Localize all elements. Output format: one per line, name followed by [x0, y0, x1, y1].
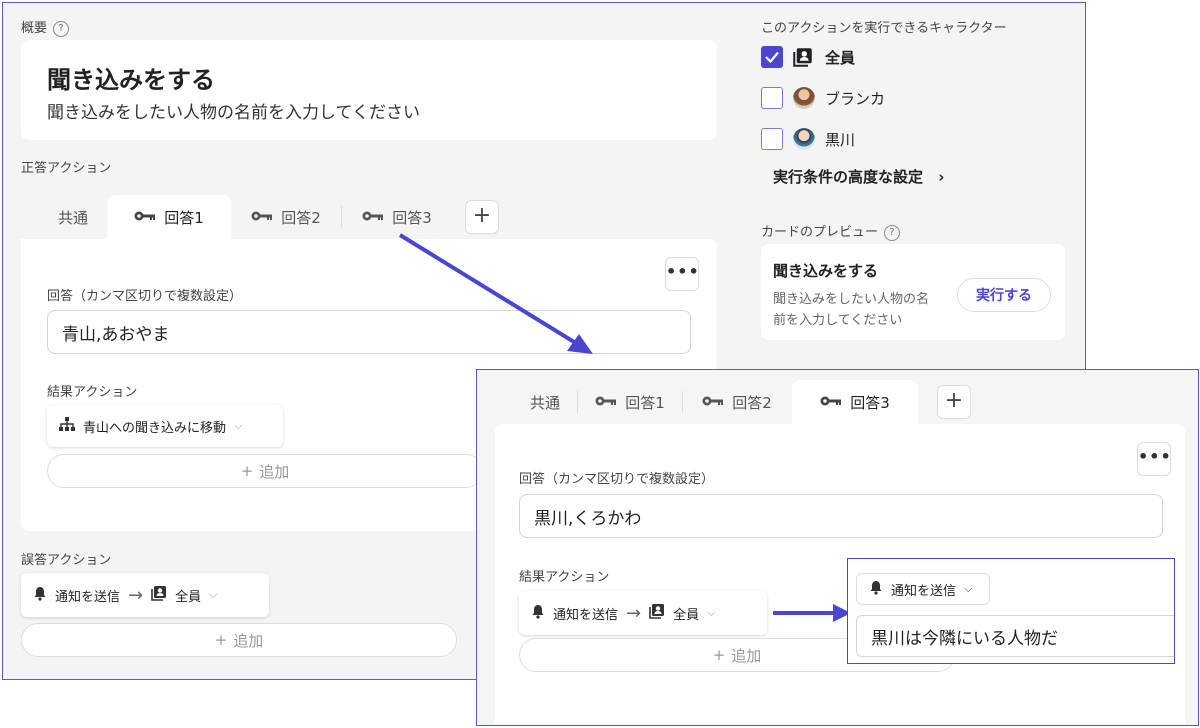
tab-common[interactable]: 共通: [513, 380, 577, 424]
preview-title: 聞き込みをする: [773, 262, 879, 280]
wrong-actions-label: 誤答アクション: [21, 553, 112, 568]
answer-field-label: 回答（カンマ区切りで複数設定）: [519, 472, 715, 487]
tab-divider: [341, 206, 342, 228]
add-result-action-button[interactable]: + 追加: [47, 454, 483, 488]
action-detail-box: 通知を送信 ⌵ 黒川は今隣にいる人物だ: [847, 558, 1175, 664]
help-icon[interactable]: ?: [884, 224, 901, 241]
add-tab-button[interactable]: +: [937, 385, 971, 419]
checkbox-character-1[interactable]: [761, 87, 783, 109]
overview-label: 概要?: [21, 17, 70, 37]
tab-divider: [577, 391, 578, 413]
result-action-label: 結果アクション: [47, 385, 138, 400]
key-icon: [595, 393, 617, 411]
bell-icon: [531, 604, 545, 623]
overview-subtitle: 聞き込みをしたい人物の名前を入力してください: [47, 103, 420, 123]
zoomed-answer-3-panel: 共通 回答1 回答2 回答3 + ••• 回答（カンマ区切りで複数設定） 黒川,…: [476, 369, 1199, 726]
more-options-button[interactable]: •••: [665, 257, 699, 291]
tab-answer-3[interactable]: 回答3: [792, 380, 918, 424]
plus-icon: +: [240, 462, 254, 480]
callout-arrow: [773, 604, 851, 622]
arrow-right-icon: →: [626, 602, 642, 624]
plus-icon: +: [214, 631, 228, 649]
correct-actions-label: 正答アクション: [21, 161, 112, 176]
bell-icon: [869, 580, 883, 599]
tab-divider: [682, 391, 683, 413]
add-wrong-action-button[interactable]: + 追加: [21, 623, 457, 657]
tab-answer-1[interactable]: 回答1: [107, 195, 231, 239]
answer-card: ••• 回答（カンマ区切りで複数設定） 黒川,くろかわ 結果アクション 通知を送…: [495, 424, 1185, 724]
checkbox-character-2[interactable]: [761, 128, 783, 150]
advanced-settings-link[interactable]: 実行条件の高度な設定 ›: [773, 166, 944, 187]
result-action-dropdown[interactable]: 通知を送信 → 全員 ⌵: [519, 591, 767, 635]
answer-field-label: 回答（カンマ区切りで複数設定）: [47, 289, 243, 304]
tab-common[interactable]: 共通: [39, 195, 107, 239]
character-name-1: ブランカ: [825, 90, 886, 108]
arrow-right-icon: →: [128, 584, 144, 606]
avatar: [793, 87, 815, 109]
check-icon: [765, 51, 779, 64]
preview-text-1: 聞き込みをしたい人物の名: [773, 292, 930, 307]
help-icon[interactable]: ?: [53, 20, 70, 37]
chevron-down-icon: ⌵: [964, 582, 973, 595]
contacts-icon: [793, 47, 813, 71]
callout-arrow: [398, 233, 593, 354]
chevron-down-icon: ⌵: [209, 588, 218, 601]
characters-label: このアクションを実行できるキャラクター: [761, 21, 1007, 36]
result-action-label: 結果アクション: [519, 570, 610, 585]
key-icon: [134, 208, 156, 226]
preview-card: 聞き込みをする 聞き込みをしたい人物の名 前を入力してください 実行する: [761, 244, 1065, 340]
tab-answer-2[interactable]: 回答2: [684, 380, 790, 424]
preview-label: カードのプレビュー?: [761, 221, 901, 241]
overview-card[interactable]: 聞き込みをする 聞き込みをしたい人物の名前を入力してください: [21, 40, 717, 140]
tab-answer-2[interactable]: 回答2: [231, 195, 341, 239]
notification-message-input[interactable]: 黒川は今隣にいる人物だ: [856, 615, 1174, 657]
answer-input[interactable]: 黒川,くろかわ: [519, 494, 1163, 538]
key-icon: [820, 393, 842, 411]
key-icon: [251, 208, 273, 226]
chevron-down-icon: ⌵: [707, 606, 716, 619]
wrong-action-dropdown[interactable]: 通知を送信 → 全員 ⌵: [21, 573, 269, 617]
checkbox-all[interactable]: [761, 46, 783, 68]
tab-answer-1[interactable]: 回答1: [579, 380, 681, 424]
action-type-dropdown[interactable]: 通知を送信 ⌵: [856, 573, 990, 605]
contacts-icon: [649, 603, 665, 623]
chevron-right-icon: ›: [938, 168, 945, 186]
preview-text-2: 前を入力してください: [773, 313, 903, 328]
bell-icon: [33, 586, 47, 605]
sitemap-icon: [59, 417, 75, 435]
character-name-2: 黒川: [825, 131, 856, 149]
contacts-icon: [151, 585, 167, 605]
overview-title: 聞き込みをする: [47, 66, 215, 94]
result-action-dropdown[interactable]: 青山への聞き込みに移動 ⌵: [47, 405, 283, 447]
key-icon: [702, 393, 724, 411]
add-tab-button[interactable]: +: [465, 200, 499, 234]
run-button[interactable]: 実行する: [957, 278, 1051, 312]
character-name-all: 全員: [825, 49, 856, 67]
avatar: [793, 128, 815, 150]
more-options-button[interactable]: •••: [1137, 442, 1171, 476]
plus-icon: +: [712, 646, 726, 664]
chevron-down-icon: ⌵: [234, 419, 243, 432]
key-icon: [362, 208, 384, 226]
